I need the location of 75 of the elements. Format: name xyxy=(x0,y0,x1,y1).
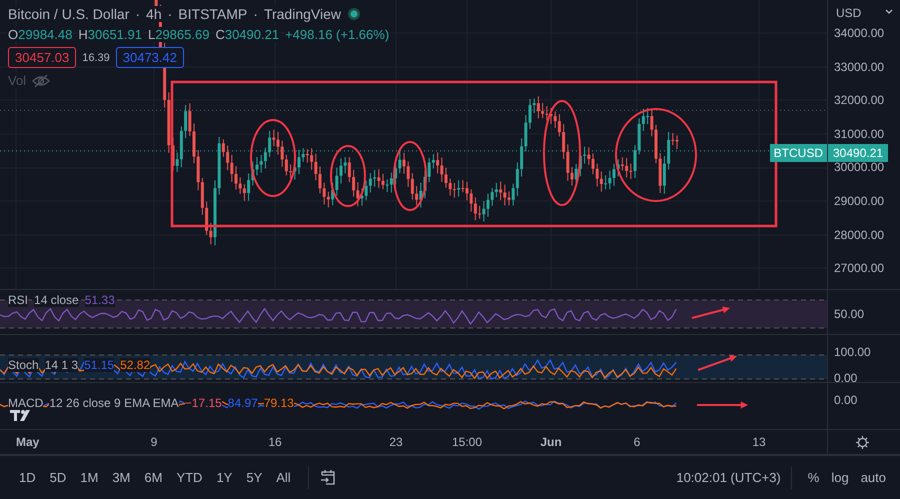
price-axis-label: 30000.00 xyxy=(834,160,884,174)
quote-price[interactable]: 30473.42 xyxy=(116,47,184,68)
logo-icon xyxy=(10,410,30,421)
indicator-value: −17.15 xyxy=(184,396,222,410)
time-axis-label: 6 xyxy=(634,435,640,449)
range-button[interactable]: 1M xyxy=(73,466,106,489)
ohlc-value: 30490.21 xyxy=(224,27,280,42)
range-button[interactable]: All xyxy=(269,466,298,489)
indicator-params: 14 close xyxy=(34,293,79,307)
annotation-ellipse xyxy=(393,141,427,211)
time-axis-label: 15:00 xyxy=(452,435,482,449)
symbol-title: Bitcoin / U.S. Dollar xyxy=(8,6,130,22)
indicator-value: 79.13 xyxy=(264,396,294,410)
range-button[interactable]: 3M xyxy=(105,466,138,489)
clock-label: 10:02:01 (UTC+3) xyxy=(676,470,781,485)
ohlc-value: 30651.91 xyxy=(88,27,142,42)
scale-option-button[interactable]: log xyxy=(825,466,855,489)
time-axis-label: 16 xyxy=(268,435,282,449)
indicator-axis-label: 0.00 xyxy=(834,371,858,385)
ohlc-value: 29984.48 xyxy=(18,27,72,42)
time-axis-label: Jun xyxy=(540,435,562,449)
chevron-icon[interactable] xyxy=(885,9,893,15)
settings-icon[interactable] xyxy=(855,435,870,450)
indicator-value: 51.33 xyxy=(84,293,115,307)
indicator-params: 12 26 close 9 EMA EMA xyxy=(49,396,179,410)
status-dot-icon xyxy=(346,7,361,21)
range-button[interactable]: 1D xyxy=(12,466,43,489)
quote-price[interactable]: 30457.03 xyxy=(8,47,76,68)
price-axis-label: 33000.00 xyxy=(834,60,884,74)
ohlc-label: O xyxy=(8,27,18,42)
indicator-value: 51.15 xyxy=(84,358,114,372)
time-axis-label: May xyxy=(16,435,40,449)
annotation-ellipse xyxy=(330,145,366,207)
indicator-axis-label: 50.00 xyxy=(834,307,864,321)
price-change: +498.16 (+1.66%) xyxy=(285,27,390,42)
time-axis-label: 13 xyxy=(752,435,766,449)
indicator-value: 52.82 xyxy=(120,358,150,372)
indicator-name: RSI xyxy=(8,293,28,307)
price-axis-label: 31000.00 xyxy=(834,126,884,141)
scale-option-button[interactable]: auto xyxy=(854,466,892,489)
annotation-arrow xyxy=(692,306,730,319)
indicator-axis-label: 100.00 xyxy=(834,345,871,359)
last-price-tag: 30490.21 xyxy=(828,144,888,162)
range-button[interactable]: 5D xyxy=(42,466,74,489)
spread-value: 16.39 xyxy=(82,52,110,64)
range-button[interactable]: 5Y xyxy=(239,466,270,489)
symbol-tag: BTCUSD xyxy=(770,144,827,162)
time-axis-label: 23 xyxy=(389,435,403,449)
price-axis-label: 32000.00 xyxy=(834,93,884,108)
indicator-name: MACD xyxy=(8,396,44,410)
annotation-arrow xyxy=(697,402,748,408)
indicator-name: Stoch xyxy=(8,358,39,372)
calendar-icon[interactable] xyxy=(318,468,337,486)
ohlc-label: C xyxy=(215,27,225,42)
price-axis-label: 34000.00 xyxy=(834,26,884,40)
price-axis-label: 28000.00 xyxy=(834,228,884,242)
volume-label: Vol xyxy=(8,73,26,88)
time-axis-label: 9 xyxy=(150,435,158,449)
ohlc-label: L xyxy=(148,27,156,42)
indicator-axis-label: 0.00 xyxy=(834,393,858,407)
annotation-arrow xyxy=(698,355,737,371)
range-button[interactable]: YTD xyxy=(169,466,210,489)
interval-label: 4h xyxy=(146,6,162,22)
range-button[interactable]: 6M xyxy=(137,466,170,489)
source-label: TradingView xyxy=(264,6,341,22)
indicator-params: 14 1 3 xyxy=(44,358,78,372)
ohlc-value: 29865.69 xyxy=(155,27,210,42)
price-axis-label: 29000.00 xyxy=(834,194,884,208)
exchange-label: BITSTAMP xyxy=(178,6,248,22)
scale-option-button[interactable]: % xyxy=(802,466,826,489)
ohlc-label: H xyxy=(78,27,88,42)
price-axis-label: 27000.00 xyxy=(834,261,884,276)
indicator-value: 84.97 xyxy=(228,396,258,410)
range-button[interactable]: 1Y xyxy=(209,466,240,489)
currency-label[interactable]: USD xyxy=(836,6,862,20)
